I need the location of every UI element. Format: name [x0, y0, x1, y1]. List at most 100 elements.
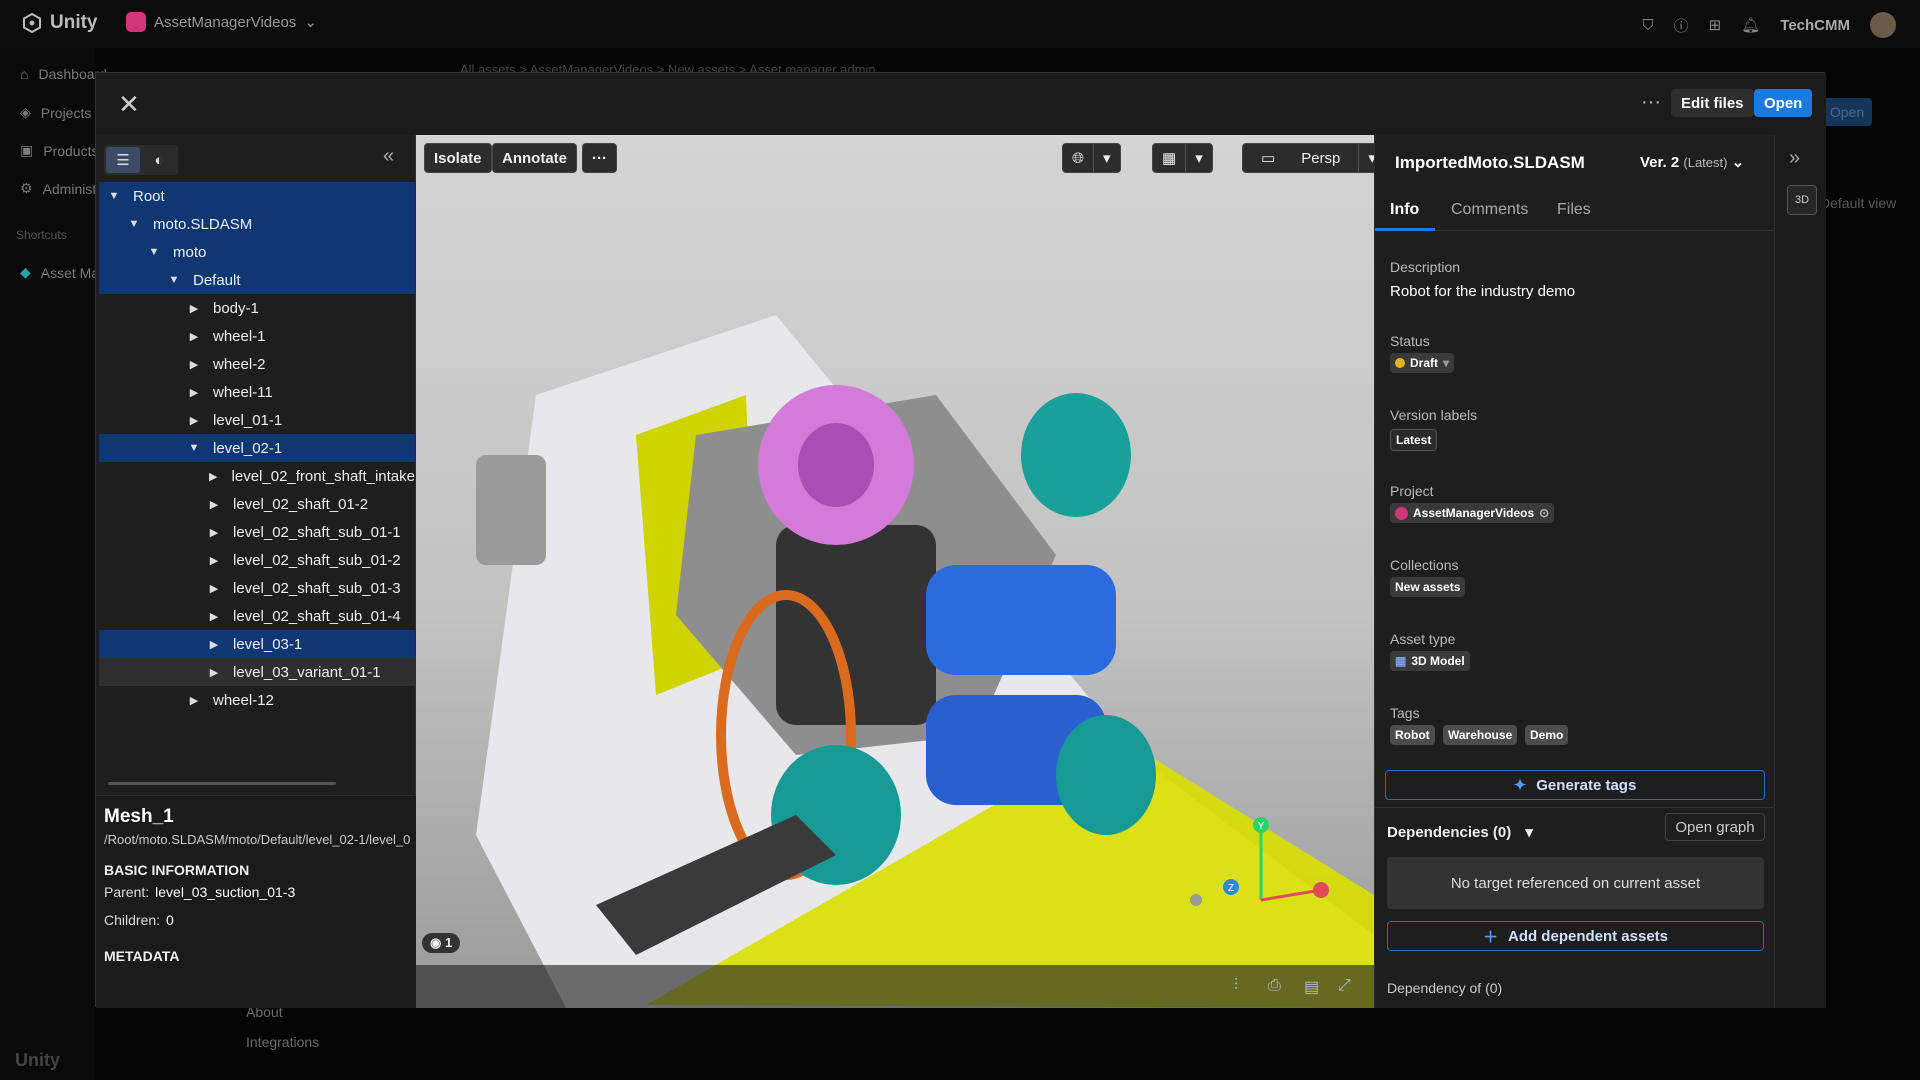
- tree-row[interactable]: ▶ wheel-12: [99, 686, 415, 714]
- project-selector[interactable]: AssetManagerVideos ⌄: [126, 12, 317, 32]
- screenshot-camera-icon[interactable]: ⎙: [1268, 977, 1281, 995]
- thumbnail-icon[interactable]: 3D: [1787, 185, 1817, 215]
- 3d-viewport[interactable]: Y Z Isolate Annotate ··· 🌐︎ ▾ ▦ ▾ ▭ Persp ▾ …: [416, 135, 1374, 1008]
- caret-right-icon[interactable]: ▶: [187, 330, 201, 343]
- more-options-icon[interactable]: ···: [1641, 91, 1661, 114]
- expand-panel-icon[interactable]: »: [1789, 147, 1800, 170]
- tree-row[interactable]: ▶ level_02_shaft_sub_01-4: [99, 602, 415, 630]
- caret-right-icon[interactable]: ▶: [187, 386, 201, 399]
- avatar[interactable]: [1870, 12, 1896, 38]
- hierarchy-list-icon[interactable]: ☰: [106, 147, 140, 173]
- description-value: Robot for the industry demo: [1390, 283, 1576, 300]
- org-name[interactable]: TechCMM: [1780, 17, 1850, 34]
- nav-dashboard[interactable]: ⌂ Dashboard: [20, 66, 107, 82]
- tree-row[interactable]: ▶ level_01-1: [99, 406, 415, 434]
- bell-icon[interactable]: 🔔︎: [1741, 16, 1760, 34]
- chevron-down-icon[interactable]: ▾: [1185, 144, 1212, 172]
- version-selector[interactable]: Ver. 2 (Latest) ⌄: [1640, 153, 1744, 171]
- grid-icon[interactable]: ▦: [1153, 144, 1185, 172]
- annotate-button[interactable]: Annotate: [492, 143, 577, 173]
- sliders-icon[interactable]: ⫶: [1234, 977, 1238, 995]
- caret-right-icon[interactable]: ▶: [207, 638, 221, 651]
- tree-row[interactable]: ▶ level_02_shaft_sub_01-3: [99, 574, 415, 602]
- chevron-down-icon[interactable]: ▾: [1358, 144, 1374, 172]
- shield-icon[interactable]: ⛉: [1642, 17, 1653, 34]
- collection-badge[interactable]: New assets: [1390, 577, 1466, 597]
- caret-down-icon[interactable]: ▼: [167, 274, 181, 286]
- tree-row[interactable]: ▶ level_02_shaft_sub_01-1: [99, 518, 415, 546]
- caret-right-icon[interactable]: ▶: [187, 694, 201, 707]
- parent-value: level_03_suction_01-3: [155, 884, 296, 900]
- tree-row[interactable]: ▶ level_02_shaft_01-2: [99, 490, 415, 518]
- caret-right-icon[interactable]: ▶: [187, 358, 201, 371]
- caret-down-icon[interactable]: ▼: [147, 246, 161, 258]
- caret-right-icon[interactable]: ▶: [187, 302, 201, 315]
- tree-row[interactable]: ▶ level_02_front_shaft_intake: [99, 462, 415, 490]
- status-badge[interactable]: Draft ▾: [1390, 353, 1455, 373]
- viewport-more-button[interactable]: ···: [582, 143, 617, 173]
- camera-mode[interactable]: ▭ Persp: [1243, 144, 1358, 172]
- tree-row[interactable]: ▼ Root: [99, 182, 415, 210]
- tab-files[interactable]: Files: [1557, 201, 1591, 219]
- status-label: Status: [1390, 333, 1430, 349]
- close-icon[interactable]: ✕: [118, 89, 140, 120]
- tree-row[interactable]: ▶ level_02_shaft_sub_01-2: [99, 546, 415, 574]
- version-label-badge: Latest: [1390, 429, 1438, 451]
- caret-right-icon[interactable]: ▶: [207, 526, 221, 539]
- tree-row[interactable]: ▶ wheel-1: [99, 322, 415, 350]
- tree-row[interactable]: ▶ wheel-2: [99, 350, 415, 378]
- 3d-model-render[interactable]: Y Z: [416, 135, 1374, 1008]
- edit-files-button[interactable]: Edit files: [1671, 89, 1754, 117]
- material-icon[interactable]: ◐: [142, 147, 176, 173]
- caret-down-icon[interactable]: ▼: [107, 190, 121, 202]
- unity-logo[interactable]: Unity: [22, 12, 98, 34]
- active-tab-indicator: [1375, 228, 1435, 231]
- caret-right-icon[interactable]: ▶: [187, 414, 201, 427]
- tree-row[interactable]: ▶ level_03_variant_01-1: [99, 658, 415, 686]
- caret-right-icon[interactable]: ▶: [207, 470, 220, 483]
- nav-integrations[interactable]: Integrations: [246, 1034, 319, 1050]
- open-button[interactable]: Open: [1754, 89, 1813, 117]
- tree-row[interactable]: ▼ level_02-1: [99, 434, 415, 462]
- tree-row[interactable]: ▶ wheel-11: [99, 378, 415, 406]
- help-icon[interactable]: ⓘ: [1674, 15, 1689, 36]
- horizontal-scrollbar[interactable]: [108, 782, 336, 785]
- caret-right-icon[interactable]: ▶: [207, 610, 221, 623]
- top-right-toolbar: ⛉ ⓘ ⊞ 🔔︎ TechCMM: [1642, 12, 1896, 38]
- subtitles-icon[interactable]: ▤: [1304, 977, 1319, 997]
- caret-right-icon[interactable]: ▶: [207, 582, 221, 595]
- caret-right-icon[interactable]: ▶: [207, 554, 221, 567]
- tree-row-label: level_02-1: [213, 439, 283, 457]
- tree-row[interactable]: ▶ body-1: [99, 294, 415, 322]
- tag-robot[interactable]: Robot: [1390, 725, 1435, 745]
- isolate-button[interactable]: Isolate: [424, 143, 492, 173]
- tree-row[interactable]: ▼ Default: [99, 266, 415, 294]
- collapse-panel-icon[interactable]: «: [383, 145, 394, 168]
- project-icon: [126, 12, 146, 32]
- tag-demo[interactable]: Demo: [1525, 725, 1569, 745]
- caret-right-icon[interactable]: ▶: [207, 498, 221, 511]
- caret-down-icon[interactable]: ▼: [187, 442, 201, 454]
- home-icon: ⌂: [20, 66, 29, 82]
- tag-warehouse[interactable]: Warehouse: [1443, 725, 1518, 745]
- fullscreen-icon[interactable]: ⤢: [1338, 977, 1351, 995]
- chevron-down-icon[interactable]: ▾: [1093, 144, 1120, 172]
- add-dependent-assets-button[interactable]: ＋ Add dependent assets: [1387, 921, 1764, 951]
- caret-right-icon[interactable]: ▶: [207, 666, 221, 679]
- annotation-badge[interactable]: ◉ 1: [422, 933, 461, 953]
- project-badge[interactable]: AssetManagerVideos ⊙: [1390, 503, 1555, 523]
- tree-row[interactable]: ▼ moto.SLDASM: [99, 210, 415, 238]
- asset-icon: ◆: [20, 264, 31, 280]
- tab-info[interactable]: Info: [1390, 201, 1419, 219]
- tab-comments[interactable]: Comments: [1451, 201, 1528, 219]
- generate-tags-button[interactable]: ✦ Generate tags: [1385, 770, 1765, 800]
- open-graph-button[interactable]: Open graph: [1665, 813, 1765, 841]
- tree-row[interactable]: ▶ level_03-1: [99, 630, 415, 658]
- caret-down-icon[interactable]: ▼: [127, 218, 141, 230]
- globe-icon[interactable]: 🌐︎: [1063, 144, 1093, 172]
- dependencies-toggle[interactable]: Dependencies (0) ▾: [1387, 823, 1533, 841]
- tree-row[interactable]: ▼ moto: [99, 238, 415, 266]
- apps-grid-icon[interactable]: ⊞: [1709, 16, 1722, 34]
- nav-products[interactable]: ▣ Products: [20, 142, 98, 159]
- nav-projects[interactable]: ◈ Projects: [20, 104, 91, 121]
